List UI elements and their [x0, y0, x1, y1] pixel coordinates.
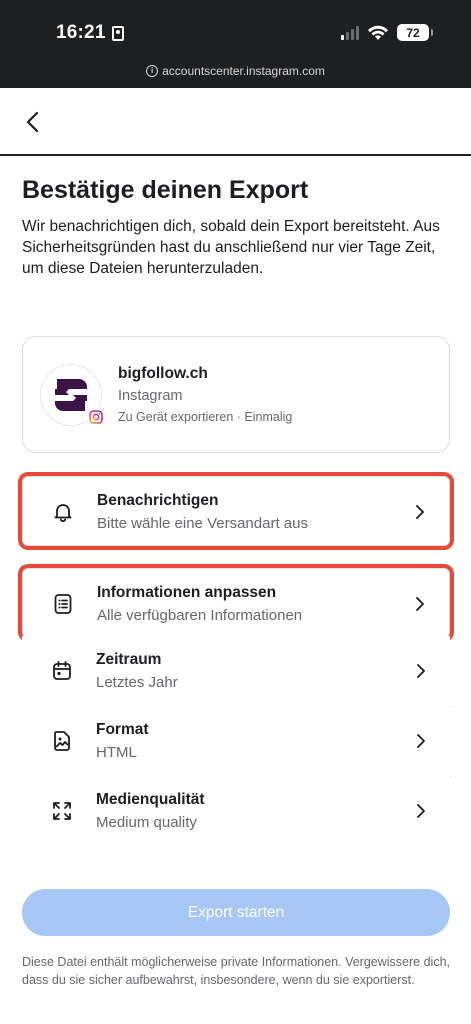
status-indicators: 72 [341, 24, 433, 41]
battery-icon: 72 [397, 24, 433, 41]
option-title: Informationen anpassen [97, 584, 277, 601]
status-time: 16:21 [56, 22, 124, 44]
chevron-right-icon [416, 597, 424, 611]
chevron-right-icon [416, 505, 424, 519]
account-card: bigfollow.ch Instagram Zu Gerät exportie… [22, 336, 450, 453]
chevron-right-icon [417, 664, 425, 678]
option-title: Zeitraum [96, 651, 162, 668]
document-list-icon [54, 594, 72, 614]
battery-level: 72 [406, 25, 420, 40]
account-name: bigfollow.ch [118, 365, 208, 382]
bell-icon [54, 504, 72, 522]
wifi-icon [368, 25, 388, 40]
nav-bar [0, 88, 471, 156]
calendar-icon [53, 661, 71, 680]
account-platform: Instagram [118, 388, 183, 404]
option-title: Medienqualität [96, 791, 205, 808]
option-subtitle: Alle verfügbaren Informationen [97, 607, 303, 624]
focus-person-icon [111, 25, 124, 41]
chevron-right-icon [417, 804, 425, 818]
instagram-icon [89, 410, 103, 424]
chevron-left-icon [26, 111, 39, 133]
cellular-signal-icon [341, 25, 359, 40]
back-button[interactable] [18, 108, 46, 136]
account-export-destination: Zu Gerät exportieren · Einmalig [118, 410, 293, 424]
url-text: accountscenter.instagram.com [162, 64, 325, 78]
privacy-notice: Diese Datei enthält möglicherweise priva… [22, 955, 450, 987]
url-bar[interactable]: i accountscenter.instagram.com [0, 64, 471, 78]
date-range-option[interactable]: Zeitraum Letztes Jahr [22, 636, 450, 706]
option-subtitle: HTML [96, 744, 137, 761]
info-icon: i [146, 65, 159, 77]
expand-icon [53, 802, 71, 820]
export-settings-group: Zeitraum Letztes Jahr Format HTML Medien… [22, 636, 451, 846]
status-bar: 16:21 72 i accountscenter.instagram.com [0, 0, 471, 88]
notify-option[interactable]: Benachrichtigen Bitte wähle eine Versand… [22, 476, 450, 546]
option-subtitle: Bitte wähle eine Versandart aus [97, 515, 308, 532]
page-title: Bestätige deinen Export [22, 176, 309, 204]
clock-text: 16:21 [56, 22, 106, 43]
page-description: Wir benachrichtigen dich, sobald dein Ex… [22, 218, 440, 277]
customize-info-option[interactable]: Informationen anpassen Alle verfügbaren … [22, 568, 450, 638]
format-option[interactable]: Format HTML [22, 706, 450, 776]
image-file-icon [54, 731, 70, 751]
option-subtitle: Letztes Jahr [96, 674, 178, 691]
start-export-button[interactable]: Export starten [22, 889, 450, 936]
media-quality-option[interactable]: Medienqualität Medium quality [22, 776, 450, 846]
option-title: Format [96, 721, 149, 738]
option-subtitle: Medium quality [96, 814, 197, 831]
chevron-right-icon [417, 734, 425, 748]
instagram-badge [87, 408, 105, 426]
option-title: Benachrichtigen [97, 492, 219, 509]
